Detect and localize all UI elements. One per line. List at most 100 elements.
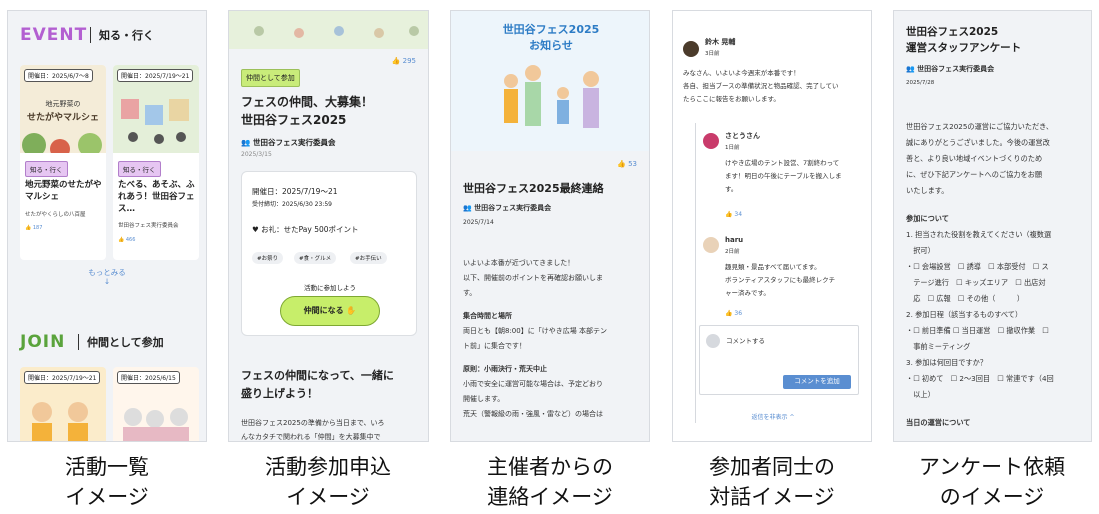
section-heading-line2: 盛り上げよう！ [241,387,318,400]
join-button[interactable]: 仲間になる ✋ [280,296,380,326]
caption-line: 活動一覧 [65,455,149,479]
option-line[interactable]: ・☐ 初めて ☐ 2〜3回目 ☐ 常連です（4回 [906,371,1054,387]
comment-line: たらここに報告をお願いします。 [683,95,780,103]
body-line: 世田谷フェス2025の運営にご協力いただき、 [906,122,1054,131]
likes-count: 466 [125,237,136,243]
option-line[interactable]: 応 ☐ 広報 ☐ その他（ ） [906,291,1054,307]
likes-count: 👍 53 [617,157,637,172]
card-organizer: 世田谷フェス実行委員会 [118,223,179,229]
option-line[interactable]: テージ進行 ☐ キッズエリア ☐ 出店対 [906,275,1054,291]
body-line: 小雨で安全に運営可能な場合は、予定どおり [463,380,603,388]
hero-illustration [229,11,428,49]
event-date-badge: 開催日：2025/6/7〜8 [24,69,93,82]
join-section-label: JOIN [20,332,66,352]
avatar [703,133,719,149]
reply-likes[interactable]: 👍 36 [725,307,742,321]
reply-line: 趣見類・景品すべて届いてます。 [725,263,821,271]
thumbs-up-icon: 👍 [25,225,32,231]
thumb-big-text: せたがやマルシェ [26,113,99,123]
event-card-marche[interactable]: 地元野菜の せたがやマルシェ 開催日：2025/6/7〜8 知る・行く 地元野菜… [20,65,106,260]
people-icon: 👥 [906,65,915,73]
join-card-1[interactable]: 開催日：2025/7/19〜21 [20,367,106,441]
body-line: 開催します。 [463,395,505,403]
thumbs-up-icon: 👍 [617,160,626,168]
join-button-label: 仲間になる [303,306,344,315]
reply-time: 1日前 [725,145,740,151]
body-line: に、ぜひ下記アンケートへのご協力をお願 [906,170,1043,179]
arrow-down-icon[interactable]: ↓ [8,277,206,286]
join-section-subtitle: 仲間として参加 [78,334,164,350]
option-line[interactable]: 以上） [906,387,1054,403]
likes-value: 295 [402,57,416,65]
reply-line: ボランティアスタッフにも最終レクチ [725,276,836,284]
option-line[interactable]: 事前ミーティング [906,339,1054,355]
question-line: 2. 参加日程（該当するものすべて） [906,310,1023,319]
organizer-name: 世田谷フェス実行委員会 [252,138,336,147]
add-comment-button[interactable]: コメントを追加 [783,375,851,389]
post-date: 2025/7/28 [906,80,935,86]
event-date-badge: 開催日：2025/7/19〜21 [24,371,101,384]
body-line: 両日とも【朝8:00】に「けやき広場 本部テン [463,327,607,335]
reply-line: す。 [725,185,738,193]
comment-body: みなさん、いよいよ今週末が本番です！ 各自、担当ブースの準備状況と物品確認、完了… [683,67,838,106]
caption-notice: 主催者からの 連絡イメージ [445,452,655,512]
thumbs-up-icon: 👍 [391,57,401,65]
body-line: 善と、より良い地域イベントづくりのため [906,154,1043,163]
event-card-fes[interactable]: 開催日：2025/7/19〜21 知る・行く たべる、あそぶ、ふれあう！世田谷フ… [113,65,199,260]
card-title: 地元野菜のせたがやマルシェ [25,180,102,202]
body-line: す。 [463,289,477,297]
comment-placeholder: コメントする [726,337,765,345]
body-line: んなカタチで関われる「仲間」を大募集中で [241,433,381,441]
thumbs-up-icon: 👍 [725,211,733,218]
option-line[interactable]: ・☐ 会場設営 ☐ 誘導 ☐ 本部受付 ☐ ス [906,259,1054,275]
crowd-illustration [254,26,419,38]
question-line: 3. 参加は何回目ですか？ [906,358,988,367]
people-icon: 👥 [241,138,251,147]
join-tag[interactable]: 仲間として参加 [241,69,300,87]
survey-title-line2: 運営スタッフアンケート [906,42,1022,54]
reply-line: けやき広場のテント設営、7割終わって [725,159,840,167]
hide-replies-link[interactable]: 返信を非表示 ^ [673,411,871,425]
hashtag-pill[interactable]: #お手伝い [350,252,387,264]
reply-body: けやき広場のテント設営、7割終わって ます！明日の午後にテーブルを搬入しま す。 [725,157,842,196]
category-tag[interactable]: 知る・行く [118,161,161,177]
organizer-name: 世田谷フェス実行委員会 [474,204,552,212]
comment-time: 3日前 [705,51,720,57]
caption-chat: 参加者同士の 対話イメージ [667,452,877,512]
join-card-2[interactable]: 開催日：2025/6/15 [113,367,199,441]
caption-survey: アンケート依頼 のイメージ [887,452,1097,512]
likes-value: 34 [734,211,743,218]
question-line: 1. 担当された役割を教えてください（複数選 [906,230,1052,239]
caption-line: のイメージ [939,485,1045,509]
caption-line: イメージ [286,485,370,509]
survey-body: 世田谷フェス2025の運営にご協力いただき、 誠にありがとうございました。今後の… [906,119,1054,431]
user-icon [706,334,720,348]
reward: ♥ お礼：せたPay 500ポイント [252,224,359,235]
notice-body: いよいよ本番が近づいてきました！ 以下、開催前のポイントを再確認お願いしま す。… [463,256,607,422]
notice-title: 世田谷フェス2025最終連絡 [463,182,604,195]
card-likes: 👍 466 [118,237,135,243]
category-tag[interactable]: 知る・行く [25,161,68,177]
body-line: いたします。 [906,186,949,195]
section-heading: 集合時間と場所 [463,312,512,320]
activity-list-screen: EVENT 知る・行く 地元野菜の せたがやマルシェ 開催日：2025/6/7〜… [7,10,207,442]
cta-hint: 活動に参加しよう [304,284,356,292]
thumb-small-text: 地元野菜の [45,100,81,108]
likes-value: 36 [734,310,743,317]
question-line: 択可） [906,246,935,255]
comment-line: 各自、担当ブースの準備状況と物品確認、完了してい [683,82,839,90]
caption-activity-list: 活動一覧 イメージ [2,452,212,512]
survey-request-screen: 世田谷フェス2025 運営スタッフアンケート 👥 世田谷フェス実行委員会 202… [893,10,1092,442]
likes-value: 53 [628,160,637,168]
section-heading: 原則：小雨決行・荒天中止 [463,365,547,373]
option-line[interactable]: ・☐ 前日準備 ☐ 当日運営 ☐ 撤収作業 ☐ [906,323,1054,339]
heart-icon: ♥ [252,225,259,234]
hashtag-pill[interactable]: #お祭り [252,252,284,264]
caption-apply: 活動参加申込 イメージ [223,452,433,512]
body-line: 世田谷フェス2025の準備から当日まで、いろ [241,419,385,427]
organizer-name: 世田谷フェス実行委員会 [917,65,995,73]
hashtag-pill[interactable]: #食・グルメ [294,252,337,264]
reply-likes[interactable]: 👍 34 [725,208,742,222]
participant-chat-screen: 鈴木 晃輔 3日前 みなさん、いよいよ今週末が本番です！ 各自、担当ブースの準備… [672,10,872,442]
thumbs-up-icon: 👍 [118,237,125,243]
